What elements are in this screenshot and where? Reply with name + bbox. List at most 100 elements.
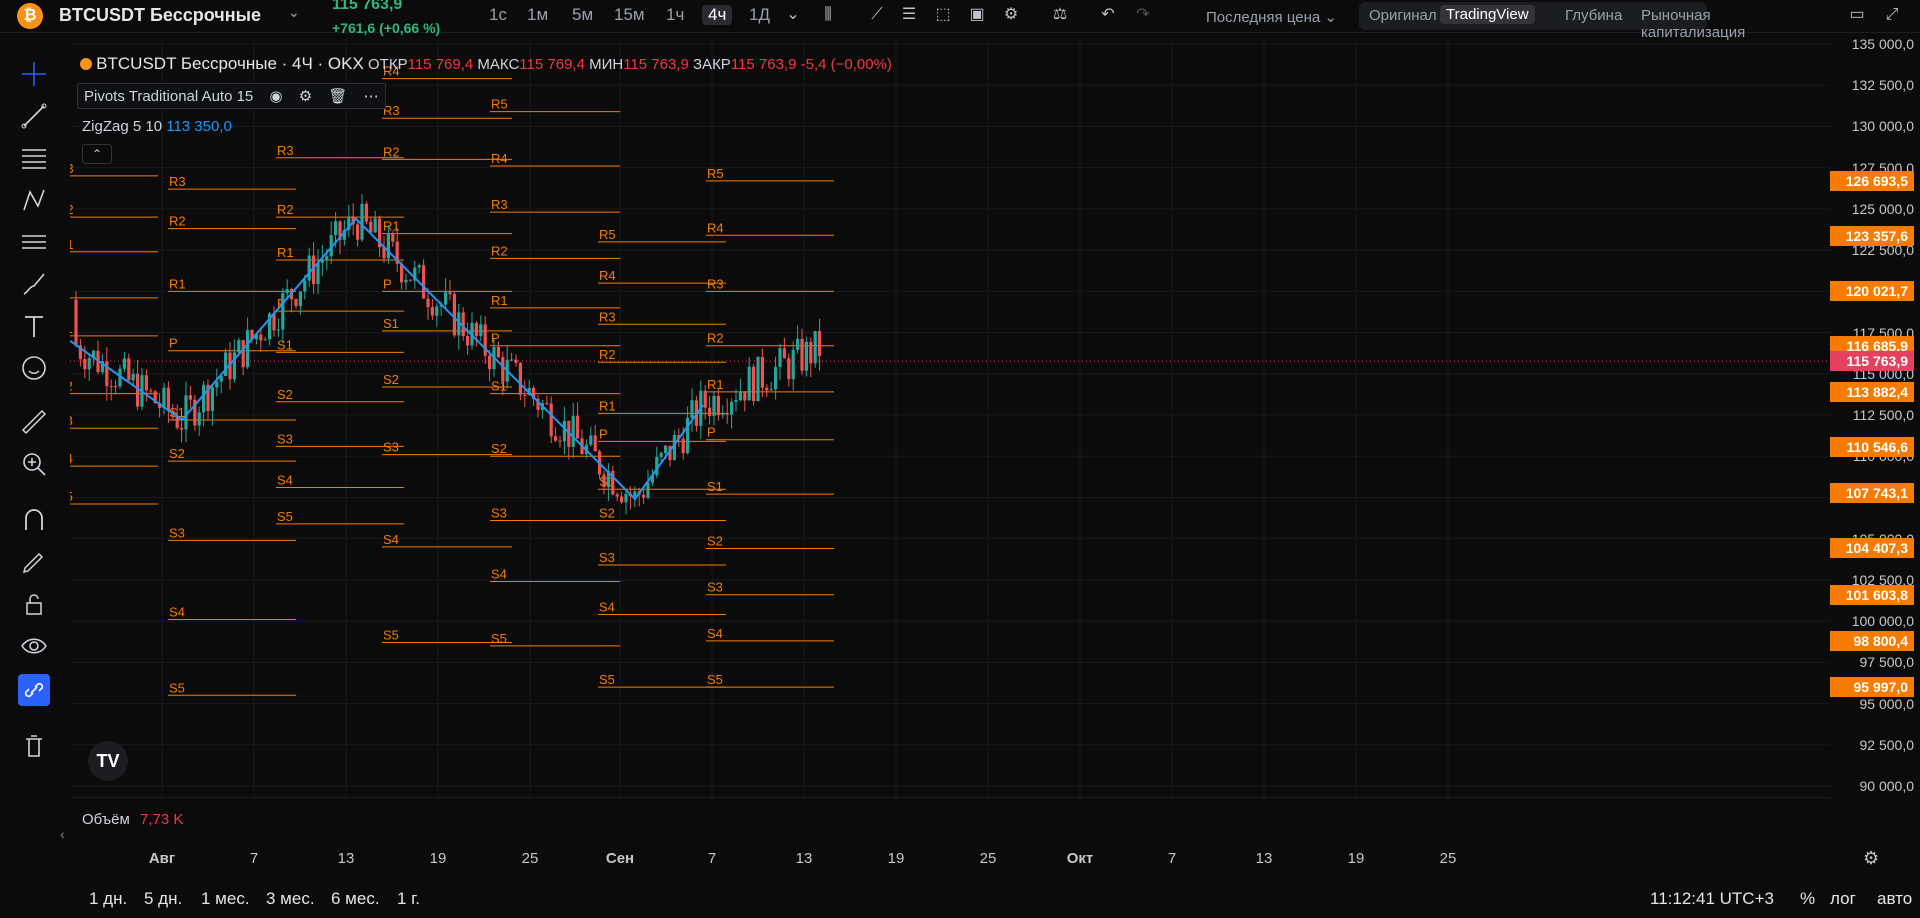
indicator-row-zigzag[interactable]: ZigZag 5 10 113 350,0: [82, 118, 232, 135]
view-depth[interactable]: Глубина: [1565, 7, 1622, 24]
pivot-label: S2: [491, 441, 507, 456]
candle-body: [334, 221, 338, 236]
candle-body: [642, 494, 646, 498]
indicators-icon[interactable]: ⟋: [866, 4, 888, 26]
price-source-select[interactable]: Последняя цена ⌄: [1206, 8, 1337, 26]
chevron-down-icon[interactable]: ⌄: [782, 4, 804, 26]
price-axis[interactable]: 135 000,0 132 500,0 130 000,0 127 500,0 125 …: [1830, 36, 1920, 798]
gear-icon[interactable]: ⚙: [1000, 4, 1022, 26]
candle-body: [796, 338, 800, 350]
pivot-label: R4: [707, 220, 724, 235]
trendline-icon[interactable]: [18, 100, 50, 132]
range-1d[interactable]: 1 дн.: [89, 889, 127, 909]
auto-toggle[interactable]: авто: [1877, 889, 1912, 909]
zoom-icon[interactable]: [18, 448, 50, 480]
gear-icon[interactable]: ⚙: [1863, 848, 1879, 869]
tf-1d[interactable]: 1Д: [749, 5, 770, 25]
candle-type-icon[interactable]: ⫼: [817, 4, 839, 26]
pivot-label: S4: [70, 451, 73, 466]
chart-canvas[interactable]: R3 R2 R1 P S1 S2 S3 S4 S5 R3 R2 R1 P S1 S2 S3 S4 S5 R3 R2 R1…: [70, 38, 1830, 798]
range-1m[interactable]: 1 мес.: [201, 889, 250, 909]
candle-body: [545, 403, 549, 405]
volume-legend: Объём 7,73 K: [82, 811, 183, 828]
brush-icon[interactable]: [18, 268, 50, 300]
scales-icon[interactable]: ⚖: [1049, 4, 1071, 26]
candle-body: [197, 412, 201, 426]
collapse-legend-icon[interactable]: ⌃: [82, 144, 112, 164]
trash-icon[interactable]: 🗑: [328, 88, 347, 105]
range-1y[interactable]: 1 г.: [397, 889, 420, 909]
link-icon[interactable]: [18, 674, 50, 706]
last-price: 115 763,9: [332, 0, 403, 13]
tradingview-logo-icon[interactable]: TV: [88, 741, 128, 781]
candle-body: [778, 348, 782, 367]
candle-body: [224, 352, 228, 376]
collapse-arrow-icon[interactable]: ‹: [60, 826, 65, 842]
view-original[interactable]: Оригинал: [1369, 7, 1437, 24]
tf-1s[interactable]: 1с: [489, 5, 507, 25]
candle-body: [109, 386, 113, 388]
fib-icon[interactable]: [18, 142, 50, 174]
candle-body: [681, 438, 685, 454]
indicator-name: ZigZag 5 10: [82, 118, 163, 135]
list-icon[interactable]: ☰: [898, 4, 920, 26]
chart-settings-icon[interactable]: ⬚: [932, 4, 954, 26]
tf-15m[interactable]: 15м: [614, 5, 645, 25]
pattern-icon[interactable]: [18, 184, 50, 216]
gear-icon[interactable]: ⚙: [299, 88, 312, 105]
chart-area[interactable]: R3 R2 R1 P S1 S2 S3 S4 S5 R3 R2 R1 P S1 S2 S3 S4 S5 R3 R2 R1…: [70, 38, 1830, 828]
drawing-toolbar: ‹: [0, 38, 68, 918]
price-tag: 98 800,4: [1830, 630, 1914, 651]
tf-1m[interactable]: 1м: [527, 5, 548, 25]
pivot-label: S4: [599, 600, 615, 615]
indicator-row-pivots[interactable]: Pivots Traditional Auto 15 ◉ ⚙ 🗑 ⋯: [77, 83, 386, 109]
price-tag: 95 997,0: [1830, 677, 1914, 698]
time-axis[interactable]: Авг 7 13 19 25 Сен 7 13 19 25 Окт 7 13 19 25: [70, 844, 1830, 874]
crosshair-icon[interactable]: [18, 58, 50, 90]
tf-1h[interactable]: 1ч: [666, 5, 684, 25]
undo-icon[interactable]: ↶: [1097, 4, 1119, 26]
snapshot-icon[interactable]: ▣: [966, 4, 988, 26]
percent-toggle[interactable]: %: [1800, 889, 1815, 909]
more-icon[interactable]: ⋯: [364, 88, 379, 105]
eye-icon[interactable]: [18, 630, 50, 662]
ruler-icon[interactable]: [18, 406, 50, 438]
candle-body: [708, 407, 712, 417]
redo-icon[interactable]: ↷: [1132, 4, 1154, 26]
candle-body: [576, 415, 580, 439]
trash-icon[interactable]: [18, 730, 50, 762]
range-3m[interactable]: 3 мес.: [266, 889, 315, 909]
candle-body: [202, 384, 206, 413]
lock-icon[interactable]: [18, 588, 50, 620]
eye-icon[interactable]: ◉: [269, 88, 282, 105]
view-tradingview[interactable]: TradingView: [1440, 5, 1535, 24]
view-market-cap[interactable]: Рыночная капитализация: [1641, 7, 1745, 41]
pivot-label: R3: [70, 161, 74, 176]
emoji-icon[interactable]: [18, 352, 50, 384]
time-axis-label: 19: [429, 850, 447, 867]
range-5d[interactable]: 5 дн.: [144, 889, 182, 909]
price-axis-label: 92 500,0: [1859, 736, 1915, 753]
tf-5m[interactable]: 5м: [572, 5, 593, 25]
chevron-down-icon[interactable]: ⌄: [288, 4, 300, 21]
tf-4h[interactable]: 4ч: [702, 5, 733, 25]
log-toggle[interactable]: лог: [1830, 889, 1856, 909]
fullscreen-icon[interactable]: ⤢: [1881, 4, 1903, 26]
candle-body: [386, 233, 390, 259]
pencil-lock-icon[interactable]: [18, 546, 50, 578]
magnet-icon[interactable]: [18, 504, 50, 536]
pivot-label: R3: [169, 174, 186, 189]
forecast-icon[interactable]: [18, 226, 50, 258]
window-icon[interactable]: ▭: [1846, 4, 1868, 26]
range-6m[interactable]: 6 мес.: [331, 889, 380, 909]
candle-body: [122, 358, 126, 369]
price-tag: 115 763,9: [1830, 351, 1914, 372]
candle-body: [316, 262, 320, 285]
pivot-label: S1: [491, 379, 507, 394]
pivot-label: R2: [383, 144, 400, 159]
symbol-name[interactable]: BTCUSDT Бессрочные: [59, 5, 261, 26]
candle-body: [721, 413, 725, 416]
text-icon[interactable]: [18, 310, 50, 342]
candle-body: [166, 387, 170, 411]
low-label: МИН: [589, 56, 624, 73]
